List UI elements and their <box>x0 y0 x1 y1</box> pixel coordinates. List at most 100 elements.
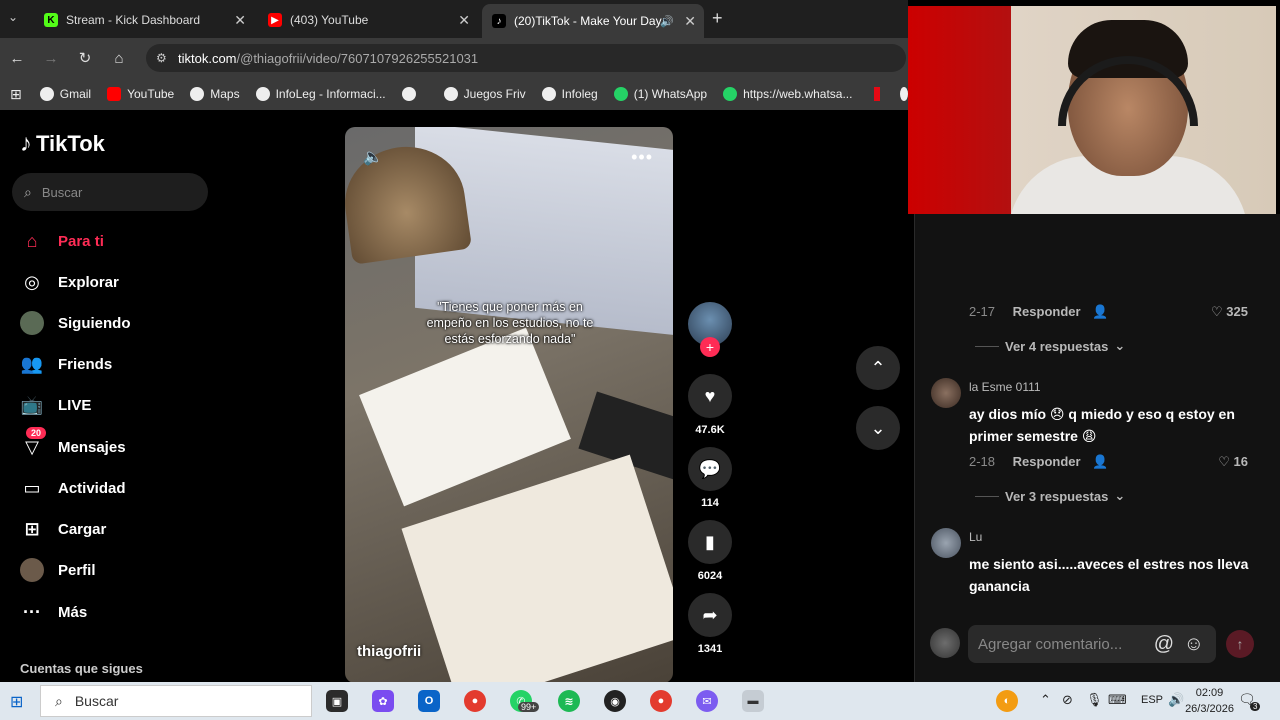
keyboard-icon[interactable]: ⌨ <box>1108 692 1127 708</box>
windows-taskbar: ⊞ ⌕ Buscar ▣ ✿ O ● ✆ 99+ ≋ ◉ ● ✉ ▬ ◐ ⌃ ⊘… <box>0 682 1280 720</box>
comment-like[interactable]: ♡ 16 <box>1218 454 1248 470</box>
commenter-name[interactable]: la Esme 0111 <box>969 380 1041 394</box>
nav-mensajes[interactable]: ▽ 20 Mensajes <box>20 427 126 459</box>
bookmark-label: Juegos Friv <box>463 87 526 101</box>
nav-actividad[interactable]: ▭ Actividad <box>20 476 125 500</box>
clock[interactable]: 02:09 26/3/2026 <box>1185 685 1234 717</box>
speaker-icon[interactable]: 🔊 <box>660 15 674 28</box>
nav-label: Mensajes <box>58 438 126 456</box>
home-icon[interactable]: ⌂ <box>102 50 136 67</box>
tab-kick[interactable]: K Stream - Kick Dashboard ✕ <box>34 6 254 34</box>
apps-grid-icon[interactable]: ⊞ <box>10 86 22 103</box>
comment-button[interactable]: 💬 114 <box>688 447 732 509</box>
close-icon[interactable]: ✕ <box>234 12 246 29</box>
outlook-icon[interactable]: O <box>418 690 440 712</box>
netflix-icon[interactable] <box>874 87 881 101</box>
tray-app-icon[interactable]: ◐ <box>996 690 1018 712</box>
task-view-icon[interactable]: ▣ <box>326 690 348 712</box>
bookmark-juegos-friv[interactable]: Juegos Friv <box>443 87 526 101</box>
nav-label: Siguiendo <box>58 314 131 332</box>
post-comment-button[interactable]: ↑ <box>1226 630 1254 658</box>
chrome-icon[interactable]: ● <box>464 690 486 712</box>
bookmark-infoleg[interactable]: Infoleg <box>541 87 598 101</box>
tray-chevron-icon[interactable]: ⌃ <box>1040 692 1051 708</box>
nav-siguiendo[interactable]: Siguiendo <box>20 311 131 335</box>
nav-para-ti[interactable]: ⌂ Para ti <box>20 229 104 253</box>
reload-icon[interactable]: ↻ <box>68 49 102 67</box>
video-player[interactable]: 🔈 ••• "Tienes que poner más en empeño en… <box>345 127 673 683</box>
nav-live[interactable]: 📺 LIVE <box>20 393 92 417</box>
volume-icon[interactable]: 🔈 <box>363 147 383 167</box>
nav-mas[interactable]: ··· Más <box>20 600 87 624</box>
copilot-icon[interactable]: ✿ <box>372 690 394 712</box>
bookmark-whatsapp-web[interactable]: https://web.whatsa... <box>723 87 852 101</box>
tab-search-chevron-icon[interactable]: ⌄ <box>8 10 18 24</box>
nav-label: Para ti <box>58 232 104 250</box>
messenger-icon[interactable]: ✉ <box>696 690 718 712</box>
globe-icon[interactable] <box>900 87 908 101</box>
nav-cargar[interactable]: ⊞ Cargar <box>20 517 106 541</box>
heart-outline-icon: ♡ <box>1218 454 1230 469</box>
next-video-button[interactable]: ⌄ <box>856 406 900 450</box>
commenter-avatar[interactable] <box>931 378 961 408</box>
profile-icon <box>20 558 44 582</box>
comment-input[interactable]: Agregar comentario... @ ☺ <box>968 625 1216 663</box>
share-button[interactable]: ➦ 1341 <box>688 593 732 655</box>
bookmark-gmail[interactable]: Gmail <box>39 87 91 101</box>
site-info-icon[interactable]: ⚙ <box>156 51 167 65</box>
heart-icon: ♥ <box>688 374 732 418</box>
nav-explorar[interactable]: ◎ Explorar <box>20 270 119 294</box>
obs-icon[interactable]: ◉ <box>604 690 626 712</box>
view-replies-button[interactable]: Ver 4 respuestas ⌄ <box>975 338 1125 354</box>
previous-video-button[interactable]: ⌃ <box>856 346 900 390</box>
bookmark-whatsapp[interactable]: (1) WhatsApp <box>613 87 707 101</box>
spotify-icon[interactable]: ≋ <box>558 690 580 712</box>
microphone-icon[interactable]: 🎙 <box>1086 692 1103 708</box>
volume-icon[interactable]: 🔊 <box>1168 692 1184 708</box>
globe-icon <box>401 87 416 101</box>
more-options-icon[interactable]: ••• <box>631 147 653 168</box>
mention-icon[interactable]: @ <box>1154 633 1174 656</box>
follow-plus-icon[interactable]: + <box>700 337 720 357</box>
webcam-overlay <box>908 6 1276 214</box>
my-avatar <box>930 628 960 658</box>
network-icon[interactable]: ⊘ <box>1062 692 1073 708</box>
commenter-avatar[interactable] <box>931 528 961 558</box>
windows-start-icon[interactable]: ⊞ <box>10 692 23 712</box>
close-icon[interactable]: ✕ <box>458 12 470 29</box>
close-icon[interactable]: ✕ <box>684 13 696 30</box>
share-count: 1341 <box>697 643 723 655</box>
comment-like[interactable]: ♡ 325 <box>1211 304 1248 320</box>
app-icon[interactable]: ▬ <box>742 690 764 712</box>
bookmark-unnamed[interactable] <box>401 87 422 101</box>
forward-icon[interactable]: → <box>34 50 68 67</box>
taskbar-search-label: Buscar <box>74 693 119 709</box>
tiktok-logo[interactable]: ♪ TikTok <box>20 130 105 158</box>
back-icon[interactable]: ← <box>0 50 34 67</box>
chrome-icon[interactable]: ● <box>650 690 672 712</box>
video-author[interactable]: thiagofrii <box>357 643 421 660</box>
bookmark-infoleg-info[interactable]: InfoLeg - Informaci... <box>255 87 386 101</box>
nav-friends[interactable]: 👥 Friends <box>20 352 112 376</box>
tab-youtube[interactable]: ▶ (403) YouTube ✕ <box>258 6 478 34</box>
reply-button[interactable]: Responder <box>1013 304 1081 319</box>
like-button[interactable]: ♥ 47.6K <box>688 374 732 436</box>
bookmark-label: Maps <box>210 87 240 101</box>
taskbar-search[interactable]: ⌕ Buscar <box>40 685 312 717</box>
language-indicator[interactable]: ESP <box>1141 694 1163 706</box>
bookmarks-bar: ⊞ Gmail YouTube Maps InfoLeg - Informaci… <box>0 78 908 110</box>
search-input[interactable]: ⌕ Buscar <box>12 173 208 211</box>
url-path: /@thiagofrii/video/7607107926255521031 <box>236 50 479 66</box>
nav-perfil[interactable]: Perfil <box>20 558 96 582</box>
save-button[interactable]: ▮ 6024 <box>688 520 732 582</box>
bookmark-youtube[interactable]: YouTube <box>107 87 174 101</box>
tab-tiktok[interactable]: ♪ (20)TikTok - Make Your Day 🔊 ✕ <box>482 4 704 38</box>
url-field[interactable]: ⚙ tiktok.com/@thiagofrii/video/760710792… <box>146 44 906 72</box>
bookmark-maps[interactable]: Maps <box>190 87 240 101</box>
view-replies-button[interactable]: Ver 3 respuestas ⌄ <box>975 488 1125 504</box>
search-icon: ⌕ <box>24 183 32 200</box>
reply-button[interactable]: Responder <box>1013 454 1081 469</box>
new-tab-icon[interactable]: + <box>712 8 723 29</box>
emoji-icon[interactable]: ☺ <box>1184 633 1204 656</box>
commenter-name[interactable]: Lu <box>969 530 982 544</box>
